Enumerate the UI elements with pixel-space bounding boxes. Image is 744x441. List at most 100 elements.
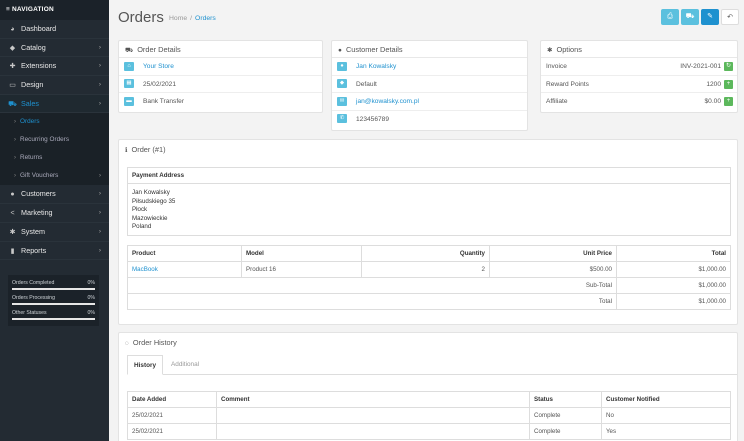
email-row: ✉ jan@kowalsky.com.pl [332, 93, 527, 111]
progress-bar [12, 303, 95, 305]
sidebar-item-marketing[interactable]: < Marketing › [0, 204, 109, 223]
tag-icon: ◆ [9, 44, 16, 52]
monitor-icon: ▭ [9, 82, 16, 90]
sidebar-item-label: Dashboard [21, 24, 57, 33]
print-invoice-button[interactable]: ⎙ [661, 9, 679, 25]
stat-label: Orders Completed [12, 280, 55, 286]
address-line: Jan Kowalsky [132, 189, 170, 196]
chevron-right-icon: › [98, 190, 101, 198]
sidebar-item-sales[interactable]: ⛟ Sales › [0, 94, 109, 114]
sidebar-subitem-recurring-orders[interactable]: › Recurring Orders [0, 131, 109, 150]
user-icon: ● [10, 191, 15, 199]
product-total: $1,000.00 [616, 261, 731, 278]
sidebar-item-system[interactable]: ✱ System › [0, 223, 109, 242]
dashboard-icon: ◕ [10, 26, 15, 33]
subtotal-label: Sub-Total [127, 277, 617, 294]
column-header: Product [127, 245, 242, 262]
cart-icon: ⛟ [125, 47, 134, 54]
history-tabs: History Additional [127, 355, 737, 375]
sidebar-item-label: Customers [21, 189, 56, 199]
subtotal-value: $1,000.00 [616, 277, 731, 294]
products-table: Product Model Quantity Unit Price Total … [127, 245, 731, 310]
breadcrumb-home[interactable]: Home [169, 15, 187, 22]
sidebar-item-extensions[interactable]: ✚ Extensions › [0, 57, 109, 77]
stat-label: Other Statuses [12, 310, 47, 316]
chart-icon: ▮ [10, 247, 15, 255]
store-link[interactable]: Your Store [143, 63, 174, 70]
tab-additional[interactable]: Additional [165, 355, 205, 375]
calendar-icon: ▦ [124, 79, 134, 89]
puzzle-icon: ✚ [9, 63, 16, 71]
truck-icon: ⛟ [685, 13, 695, 20]
column-header: Customer Notified [601, 391, 731, 408]
print-shipping-button[interactable]: ⛟ [681, 9, 699, 25]
print-icon: ⎙ [667, 13, 673, 20]
bullet-icon: › [14, 173, 16, 180]
pencil-icon: ✎ [707, 13, 713, 20]
history-comment [216, 407, 530, 424]
plus-icon[interactable]: + [724, 79, 733, 89]
sidebar-subitem-label: Recurring Orders [20, 136, 70, 144]
customer-group-row: ◆ Default [332, 76, 527, 93]
breadcrumb-orders[interactable]: Orders [195, 15, 216, 22]
info-icon: ℹ [125, 147, 128, 154]
breadcrumb-separator: / [190, 15, 193, 22]
bullet-icon: › [14, 137, 16, 144]
group-icon: ◆ [337, 79, 347, 89]
payment-method: Bank Transfer [143, 98, 185, 105]
email-link[interactable]: jan@kowalsky.com.pl [356, 98, 419, 105]
column-header: Date Added [127, 391, 217, 408]
sidebar-item-design[interactable]: ▭ Design › [0, 76, 109, 95]
page-title: Orders [118, 9, 164, 26]
panel-header: ● Customer Details [332, 41, 527, 58]
sidebar-item-reports[interactable]: ▮ Reports › [0, 242, 109, 261]
history-notified: Yes [601, 423, 731, 440]
table-row: 25/02/2021 Complete No [127, 407, 731, 424]
sidebar-item-customers[interactable]: ● Customers › [0, 185, 109, 205]
edit-button[interactable]: ✎ [701, 9, 719, 25]
chevron-right-icon: › [98, 209, 101, 217]
chevron-right-icon: › [98, 62, 101, 70]
chevron-right-icon: › [98, 227, 101, 235]
stat-percent: 0% [87, 295, 96, 301]
panel-title: Options [556, 45, 582, 54]
product-link[interactable]: MacBook [127, 261, 242, 278]
chevron-right-icon: › [98, 246, 101, 254]
reward-points-value: 1200 [706, 80, 721, 88]
shop-icon: ⌂ [124, 61, 134, 71]
total-row: Total $1,000.00 [127, 293, 731, 310]
history-status: Complete [529, 423, 602, 440]
address-line: Płock [132, 206, 148, 214]
sidebar-item-label: Marketing [21, 208, 53, 218]
sidebar-subitem-label: Returns [20, 154, 43, 162]
sidebar-subitem-orders[interactable]: › Orders [0, 113, 109, 132]
sidebar-item-catalog[interactable]: ◆ Catalog › [0, 39, 109, 58]
back-button[interactable]: ↶ [721, 9, 739, 25]
customer-group: Default [356, 80, 377, 88]
bullet-icon: › [14, 119, 16, 126]
refresh-icon[interactable]: ↻ [724, 62, 733, 71]
store-row: ⌂ Your Store [119, 58, 322, 76]
comment-icon: ◌ [125, 340, 129, 347]
stat-orders-completed: Orders Completed 0% [12, 278, 95, 293]
sidebar-subitem-label: Gift Vouchers [20, 172, 59, 180]
tab-history[interactable]: History [127, 355, 164, 375]
navigation-header: ≡ NAVIGATION [0, 0, 109, 20]
sidebar-item-dashboard[interactable]: ◕ Dashboard [0, 20, 109, 39]
panel-title: Order History [132, 338, 177, 347]
sidebar-subitem-gift-vouchers[interactable]: › Gift Vouchers › [0, 167, 109, 186]
reward-points-row: Reward Points 1200 + [541, 76, 737, 93]
product-unit-price: $500.00 [489, 261, 617, 278]
invoice-number: INV-2021-001 [680, 63, 721, 70]
payment-address-box: Payment Address Jan Kowalsky Piłsudskieg… [127, 167, 731, 236]
sidebar-item-label: Extensions [21, 61, 57, 71]
customer-name-link[interactable]: Jan Kowalsky [356, 63, 396, 70]
plus-icon[interactable]: + [724, 97, 733, 106]
option-label: Invoice [546, 63, 567, 70]
sidebar-subitem-returns[interactable]: › Returns [0, 149, 109, 168]
affiliate-value: $0.00 [704, 98, 721, 105]
address-line: Mazowieckie [132, 214, 168, 222]
panel-title: Order Details [137, 45, 181, 54]
credit-card-icon: ▬ [124, 96, 134, 106]
share-icon: < [10, 210, 15, 218]
